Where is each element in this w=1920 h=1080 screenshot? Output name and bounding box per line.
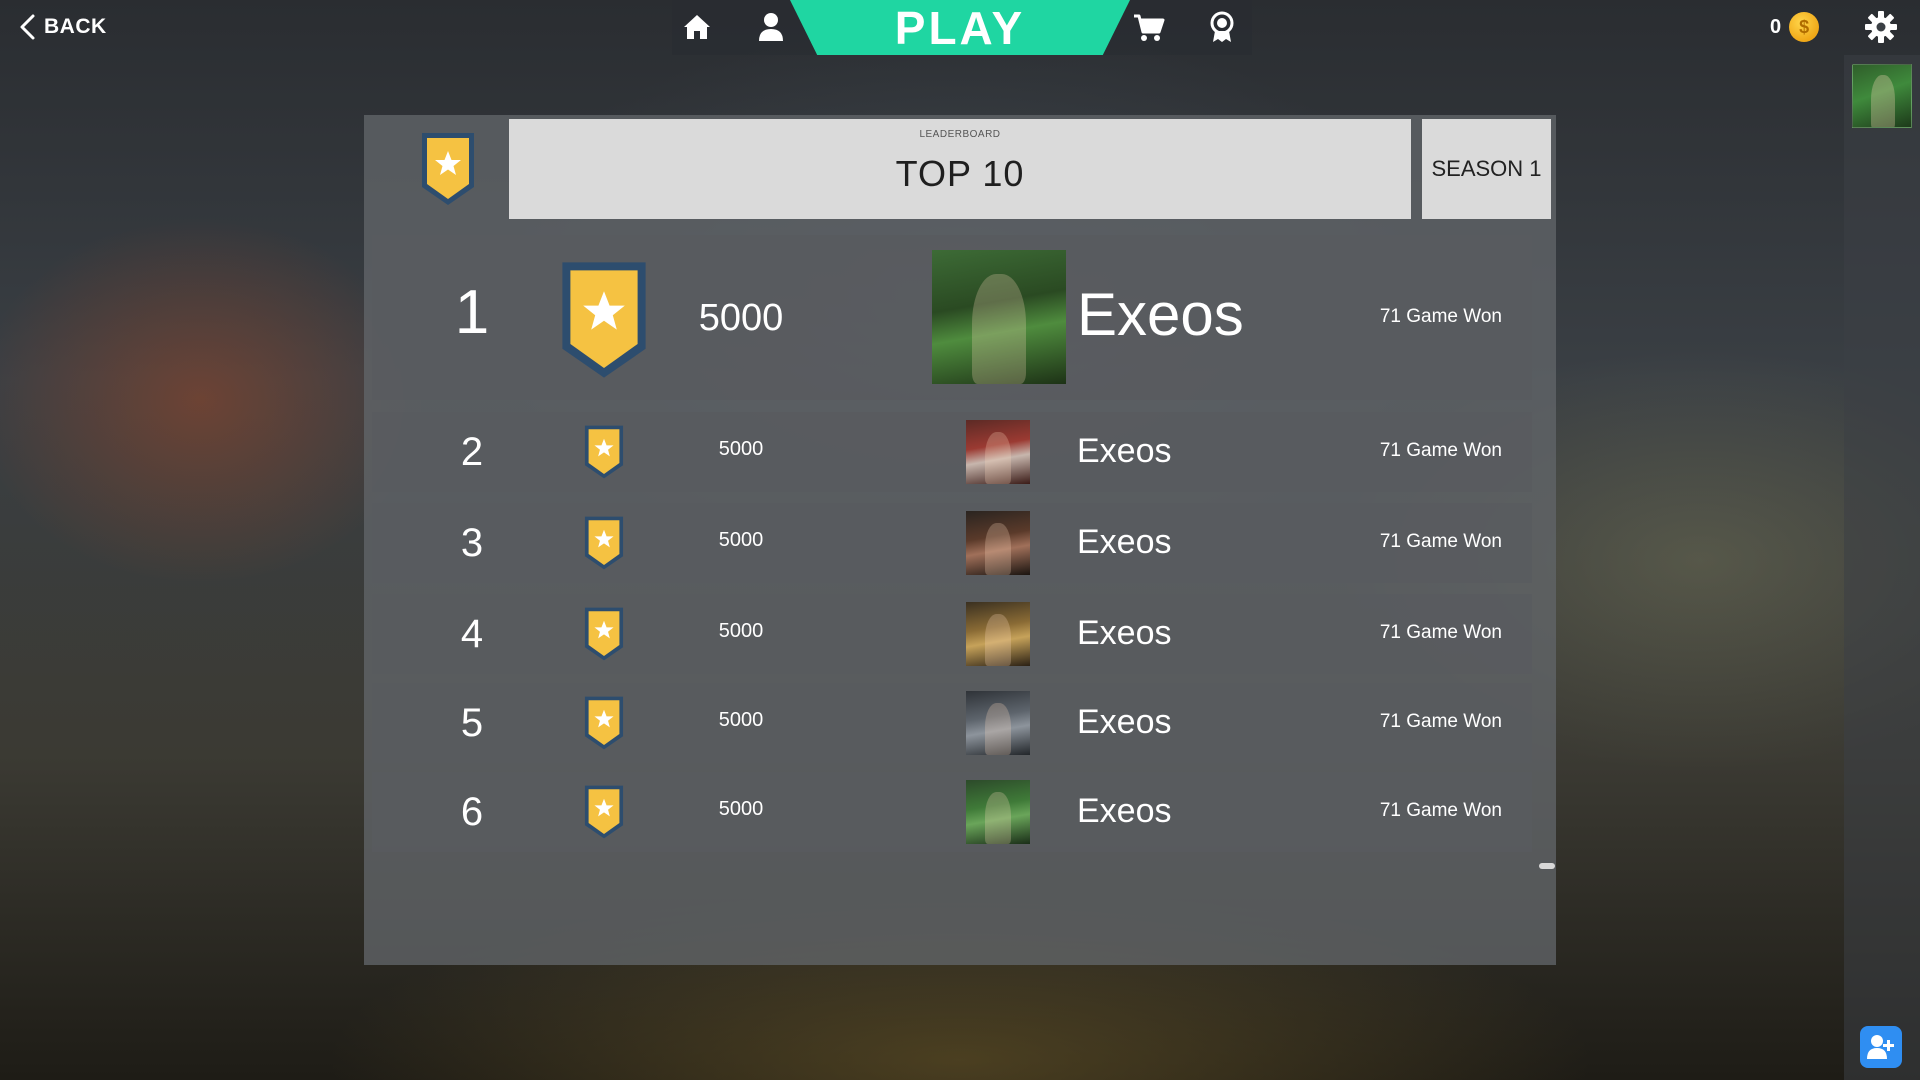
coin-balance: 0 $ [1770,12,1820,42]
scrollbar-thumb[interactable] [1539,863,1555,869]
player-name: Exeos [1077,432,1172,470]
leaderboard-row[interactable]: 2 5000 Exeos 71 Game Won [372,412,1532,492]
rank-badge-icon [422,133,474,205]
player-score: 5000 [718,620,764,642]
player-score: 5000 [718,438,764,460]
rank-number: 5 [460,701,484,745]
rank-badge-icon [562,262,646,378]
award-icon[interactable] [1205,10,1239,44]
player-avatar [966,602,1030,666]
player-avatar [966,511,1030,575]
leaderboard-row[interactable]: 5 5000 Exeos 71 Game Won [372,683,1532,763]
page-title: TOP 10 [895,153,1025,194]
play-label: PLAY [894,1,1026,54]
home-icon[interactable] [680,10,714,44]
player-name: Exeos [1077,703,1172,741]
add-user-icon [1867,1035,1894,1059]
rank-badge-icon [584,696,624,750]
player-name: Exeos [1077,523,1172,561]
rank-badge-icon [584,607,624,661]
back-label: BACK [44,15,107,38]
leaderboard-row[interactable]: 1 5000 Exeos 71 Game Won [372,235,1532,400]
rank-number: 6 [460,790,484,834]
player-score: 5000 [718,709,764,731]
rank-number: 3 [460,521,484,565]
chevron-left-icon [20,14,35,40]
leaderboard-panel: LEADERBOARD TOP 10 SEASON 1 1 5000 Exeos… [364,115,1556,965]
player-avatar [966,691,1030,755]
games-won: 71 Game Won [1379,440,1502,461]
rank-badge-icon [584,425,624,479]
player-score: 5000 [718,798,764,820]
leaderboard-title-box: LEADERBOARD TOP 10 [509,119,1411,219]
player-name: Exeos [1077,281,1244,348]
rank-number: 4 [460,612,484,656]
play-button[interactable]: PLAY [790,0,1130,55]
player-score: 5000 [698,297,784,339]
back-button[interactable]: BACK [18,10,107,44]
coin-count: 0 [1770,15,1782,38]
games-won: 71 Game Won [1379,306,1502,327]
rank-badge-icon [584,516,624,570]
player-name: Exeos [1077,792,1172,830]
player-score: 5000 [718,529,764,551]
games-won: 71 Game Won [1379,531,1502,552]
add-friend-button[interactable] [1860,1026,1902,1068]
rank-badge-icon [584,785,624,839]
leaderboard-row[interactable]: 6 5000 Exeos 71 Game Won [372,772,1532,852]
user-icon[interactable] [754,10,788,44]
games-won: 71 Game Won [1379,622,1502,643]
leaderboard-row[interactable]: 4 5000 Exeos 71 Game Won [372,594,1532,674]
season-label: SEASON 1 [1431,156,1542,181]
right-rail [1844,55,1920,1080]
player-avatar [966,420,1030,484]
player-avatar [932,250,1066,384]
rank-number: 2 [460,430,484,474]
player-avatar [966,780,1030,844]
leaderboard-label: LEADERBOARD [919,129,1001,140]
cart-icon[interactable] [1132,10,1166,44]
games-won: 71 Game Won [1379,711,1502,732]
gear-icon[interactable] [1864,10,1898,44]
coin-icon: $ [1789,12,1820,42]
rank-number: 1 [454,278,490,347]
player-name: Exeos [1077,614,1172,652]
leaderboard-row[interactable]: 3 5000 Exeos 71 Game Won [372,503,1532,583]
season-selector[interactable]: SEASON 1 [1422,119,1551,219]
games-won: 71 Game Won [1379,800,1502,821]
player-avatar[interactable] [1852,64,1912,128]
